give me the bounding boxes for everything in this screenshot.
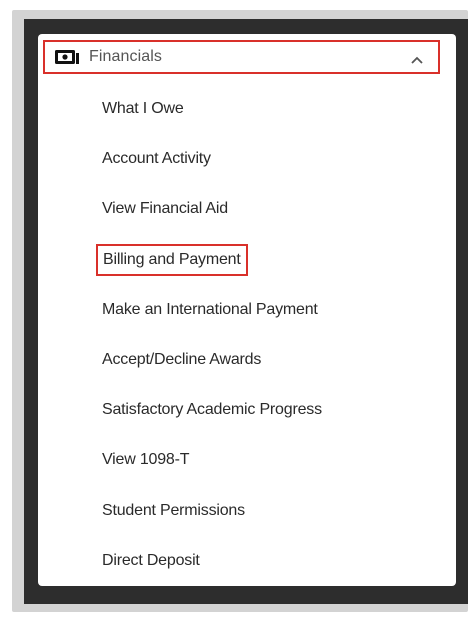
menu-item-label: Make an International Payment: [102, 300, 318, 318]
menu-item-label: What I Owe: [102, 100, 184, 118]
menu-item-view-financial-aid[interactable]: View Financial Aid: [102, 184, 422, 234]
menu-item-satisfactory-academic-progress[interactable]: Satisfactory Academic Progress: [102, 385, 422, 435]
financials-label: Financials: [89, 48, 163, 65]
menu-item-billing-and-payment[interactable]: Billing and Payment: [96, 235, 422, 285]
menu-item-label: Account Activity: [102, 150, 211, 168]
menu-item-label: View Financial Aid: [102, 200, 228, 218]
chevron-up-icon[interactable]: [410, 52, 424, 64]
financials-submenu: What I Owe Account Activity View Financi…: [96, 84, 422, 586]
financials-menu-header[interactable]: Financials: [43, 40, 440, 74]
menu-item-accept-decline-awards[interactable]: Accept/Decline Awards: [102, 335, 422, 385]
money-icon: [55, 49, 79, 65]
menu-item-label: Satisfactory Academic Progress: [102, 401, 322, 419]
menu-item-label: Student Permissions: [102, 501, 245, 519]
menu-item-account-activity[interactable]: Account Activity: [102, 134, 422, 184]
menu-item-label: Billing and Payment: [96, 243, 248, 276]
menu-item-make-international-payment[interactable]: Make an International Payment: [102, 285, 422, 335]
menu-item-what-i-owe[interactable]: What I Owe: [102, 84, 422, 134]
menu-item-student-permissions[interactable]: Student Permissions: [102, 486, 422, 536]
page: Financials What I Owe Account Activity V…: [0, 0, 472, 623]
menu-item-label: View 1098-T: [102, 451, 190, 469]
menu-item-label: Direct Deposit: [102, 551, 200, 569]
menu-item-view-1098-t[interactable]: View 1098-T: [102, 435, 422, 485]
menu-item-label: Accept/Decline Awards: [102, 351, 262, 369]
menu-item-direct-deposit[interactable]: Direct Deposit: [102, 536, 422, 586]
